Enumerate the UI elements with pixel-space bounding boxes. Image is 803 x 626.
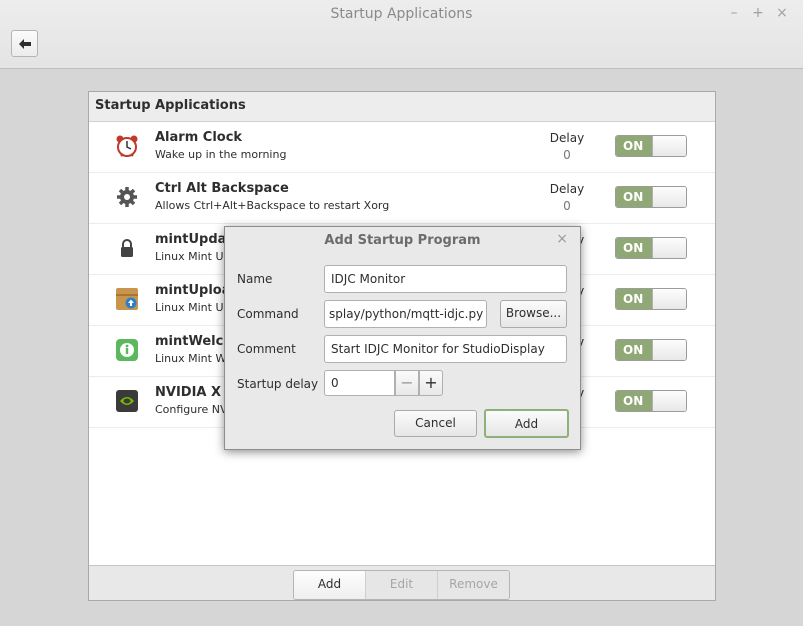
back-button[interactable] xyxy=(11,30,38,57)
list-item[interactable]: Alarm Clock Wake up in the morning Delay… xyxy=(89,122,715,173)
comment-field[interactable]: Start IDJC Monitor for StudioDisplay xyxy=(324,335,567,363)
toggle-on-label: ON xyxy=(616,391,652,411)
add-button[interactable]: Add xyxy=(294,571,365,599)
gear-icon xyxy=(115,185,139,209)
startup-delay-label: Startup delay xyxy=(237,377,319,391)
action-buttons: Add Edit Remove xyxy=(293,570,510,600)
lock-icon xyxy=(115,236,139,260)
toggle-on-label: ON xyxy=(616,187,652,207)
enabled-toggle[interactable]: ON xyxy=(615,339,687,361)
minimize-button[interactable]: – xyxy=(724,3,744,23)
delay-decrement-button[interactable]: − xyxy=(395,370,419,396)
name-label: Name xyxy=(237,272,273,286)
remove-button[interactable]: Remove xyxy=(437,571,509,599)
delay-label: Delay xyxy=(549,131,585,145)
toggle-on-label: ON xyxy=(616,238,652,258)
enabled-toggle[interactable]: ON xyxy=(615,288,687,310)
toggle-knob xyxy=(652,136,686,156)
delay-value: 0 xyxy=(563,148,571,162)
toggle-on-label: ON xyxy=(616,289,652,309)
upload-box-icon xyxy=(115,287,139,311)
toggle-knob xyxy=(652,340,686,360)
panel-footer: Add Edit Remove xyxy=(89,565,715,600)
delay-value: 0 xyxy=(563,199,571,213)
cancel-button[interactable]: Cancel xyxy=(394,410,477,437)
maximize-button[interactable]: + xyxy=(748,3,768,23)
window-title: Startup Applications xyxy=(330,6,473,22)
name-field[interactable]: IDJC Monitor xyxy=(324,265,567,293)
command-field[interactable]: splay/python/mqtt-idjc.py & xyxy=(324,300,487,328)
close-button[interactable]: × xyxy=(772,3,792,23)
delay-increment-button[interactable]: + xyxy=(419,370,443,396)
info-icon xyxy=(115,338,139,362)
enabled-toggle[interactable]: ON xyxy=(615,135,687,157)
delay-label: Delay xyxy=(549,182,585,196)
startup-delay-input[interactable]: 0 xyxy=(324,370,395,396)
enabled-toggle[interactable]: ON xyxy=(615,186,687,208)
browse-button[interactable]: Browse... xyxy=(500,300,567,328)
dialog-close-button[interactable]: × xyxy=(556,231,568,247)
item-description: Wake up in the morning xyxy=(155,148,287,161)
item-name: Alarm Clock xyxy=(155,130,243,145)
list-item[interactable]: Ctrl Alt Backspace Allows Ctrl+Alt+Backs… xyxy=(89,173,715,224)
item-description: Allows Ctrl+Alt+Backspace to restart Xor… xyxy=(155,199,390,212)
toggle-on-label: ON xyxy=(616,136,652,156)
add-startup-program-dialog: Add Startup Program × Name IDJC Monitor … xyxy=(224,226,581,450)
command-label: Command xyxy=(237,307,299,321)
edit-button[interactable]: Edit xyxy=(365,571,437,599)
toggle-knob xyxy=(652,187,686,207)
toggle-on-label: ON xyxy=(616,340,652,360)
item-name: Ctrl Alt Backspace xyxy=(155,181,289,196)
add-confirm-button[interactable]: Add xyxy=(484,409,569,438)
comment-label: Comment xyxy=(237,342,296,356)
enabled-toggle[interactable]: ON xyxy=(615,390,687,412)
dialog-title: Add Startup Program xyxy=(324,233,481,248)
alarm-clock-icon xyxy=(115,134,139,158)
window-titlebar: Startup Applications – + × xyxy=(0,0,803,69)
toggle-knob xyxy=(652,238,686,258)
nvidia-icon xyxy=(115,389,139,413)
enabled-toggle[interactable]: ON xyxy=(615,237,687,259)
panel-header: Startup Applications xyxy=(89,92,715,122)
back-arrow-icon xyxy=(18,38,31,49)
toggle-knob xyxy=(652,289,686,309)
toggle-knob xyxy=(652,391,686,411)
